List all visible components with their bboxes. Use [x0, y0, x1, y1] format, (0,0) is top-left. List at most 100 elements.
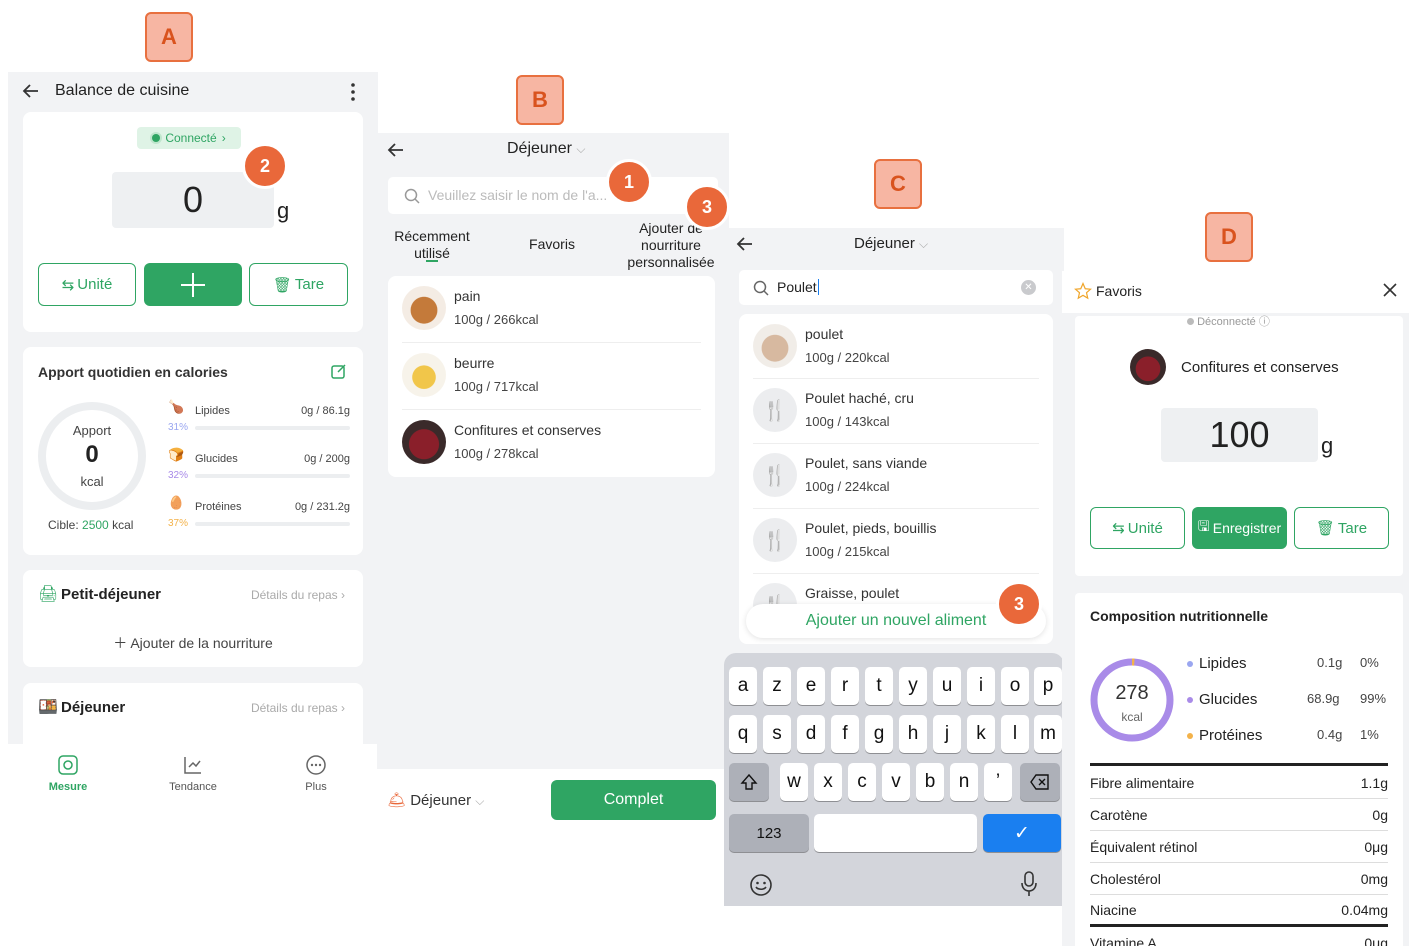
key[interactable]: h	[899, 715, 927, 753]
egg-icon: 🥚	[168, 495, 185, 510]
meal-selector-label: Déjeuner	[507, 140, 572, 157]
key[interactable]: s	[763, 715, 791, 753]
meal-details-link[interactable]: Détails du repas ›	[251, 701, 345, 715]
key[interactable]: k	[967, 715, 995, 753]
food-name: Poulet, pieds, bouillis	[805, 520, 937, 536]
add-new-food-label: Ajouter un nouvel aliment	[805, 612, 987, 629]
space-key[interactable]	[814, 814, 977, 852]
key[interactable]: b	[916, 763, 944, 801]
nav-tendance[interactable]: Tendance	[153, 754, 233, 793]
key[interactable]: j	[933, 715, 961, 753]
food-item[interactable]: Confitures et conserves 100g / 278kcal	[388, 410, 715, 476]
key[interactable]: i	[967, 667, 995, 705]
nav-plus[interactable]: Plus	[276, 754, 356, 793]
key-label: x	[823, 771, 833, 792]
key[interactable]: c	[848, 763, 876, 801]
key[interactable]: o	[1001, 667, 1029, 705]
back-arrow-icon[interactable]	[22, 82, 40, 100]
shift-key[interactable]	[729, 763, 769, 801]
search-input[interactable]: Veuillez saisir le nom de l'a...	[388, 177, 718, 214]
key[interactable]: a	[729, 667, 757, 705]
emoji-icon[interactable]	[749, 873, 773, 897]
key-label: j	[944, 723, 950, 744]
tab-recent[interactable]: Récemment utilisé	[382, 228, 482, 262]
key[interactable]: u	[933, 667, 961, 705]
key[interactable]: y	[899, 667, 927, 705]
key-label: b	[924, 771, 936, 792]
key-label: w	[787, 771, 801, 792]
meal-selector[interactable]: Déjeuner ⌵	[854, 235, 928, 252]
key[interactable]: r	[831, 667, 859, 705]
key[interactable]: f	[831, 715, 859, 753]
food-item[interactable]: pain 100g / 266kcal	[388, 276, 715, 342]
lunch-icon: 🍱	[38, 699, 58, 716]
backspace-key[interactable]	[1020, 763, 1060, 801]
nutrient-name: Carotène	[1090, 806, 1148, 823]
key[interactable]: x	[814, 763, 842, 801]
footer-meal-selector[interactable]: 🛎 Déjeuner ⌵	[387, 791, 484, 809]
macro-pct: 0%	[1360, 655, 1379, 670]
screen-c: Déjeuner ⌵ Poulet ✕ poulet 100g / 220kca…	[724, 228, 1064, 906]
star-icon[interactable]	[1074, 282, 1092, 300]
key-label: a	[737, 675, 749, 696]
numbers-key[interactable]: 123	[729, 814, 809, 852]
key[interactable]: p	[1034, 667, 1062, 705]
back-arrow-icon[interactable]	[387, 141, 405, 159]
microphone-icon[interactable]	[1020, 871, 1038, 897]
key[interactable]: v	[882, 763, 910, 801]
more-vertical-icon[interactable]	[349, 82, 357, 102]
connection-status[interactable]: Connecté ›	[137, 127, 241, 149]
add-button[interactable]	[144, 263, 242, 306]
food-item[interactable]: beurre 100g / 717kcal	[388, 343, 715, 409]
key[interactable]: ’	[984, 763, 1012, 801]
key[interactable]: m	[1034, 715, 1062, 753]
cutlery-icon: 🍴	[753, 453, 797, 497]
label-d: D	[1205, 212, 1253, 262]
label-a-text: A	[161, 24, 177, 49]
close-icon[interactable]	[1382, 282, 1398, 298]
key[interactable]: q	[729, 715, 757, 753]
meal-details-link[interactable]: Détails du repas ›	[251, 588, 345, 602]
food-item[interactable]: 🍴 Poulet, pieds, bouillis 100g / 215kcal	[739, 508, 1053, 574]
key-label: m	[1040, 723, 1056, 744]
edit-icon[interactable]	[331, 363, 347, 379]
complete-button[interactable]: Complet	[551, 780, 716, 820]
key[interactable]: l	[1001, 715, 1029, 753]
food-item[interactable]: 🍴 Poulet haché, cru 100g / 143kcal	[739, 378, 1053, 444]
clear-icon[interactable]: ✕	[1021, 280, 1036, 295]
connection-status[interactable]: Déconnecté ⓘ	[1187, 313, 1270, 329]
meal-selector[interactable]: Déjeuner ⌵	[507, 140, 586, 158]
plus-icon	[181, 272, 205, 297]
key[interactable]: w	[780, 763, 808, 801]
key[interactable]: z	[763, 667, 791, 705]
back-arrow-icon[interactable]	[736, 235, 754, 253]
search-input[interactable]: Poulet ✕	[739, 270, 1053, 305]
nutrient-row: Fibre alimentaire 1.1g	[1090, 767, 1388, 799]
save-button[interactable]: 🖫 Enregistrer	[1192, 507, 1287, 549]
nutrient-name: Cholestérol	[1090, 870, 1161, 887]
unit-button[interactable]: ⇆ Unité	[1090, 507, 1185, 549]
search-value: Poulet	[777, 279, 823, 295]
meal-details-text: Détails du repas	[250, 701, 338, 715]
macro-name: Glucides	[195, 453, 238, 465]
key[interactable]: g	[865, 715, 893, 753]
food-item[interactable]: poulet 100g / 220kcal	[739, 314, 1053, 380]
tab-favorites[interactable]: Favoris	[512, 236, 592, 252]
tare-button[interactable]: 🗑 Tare	[249, 263, 348, 306]
nav-mesure[interactable]: Mesure	[28, 754, 108, 793]
food-item[interactable]: 🍴 Poulet, sans viande 100g / 224kcal	[739, 443, 1053, 509]
badge-text: 3	[1013, 593, 1024, 614]
macro-pct: 1%	[1360, 727, 1379, 742]
weight-unit: g	[1321, 433, 1334, 458]
key[interactable]: d	[797, 715, 825, 753]
unit-button[interactable]: ⇆ Unité	[38, 263, 136, 306]
enter-key[interactable]: ✓	[983, 814, 1061, 852]
key[interactable]: t	[865, 667, 893, 705]
footer-meal-label: Déjeuner	[410, 792, 472, 809]
key[interactable]: e	[797, 667, 825, 705]
divider-thick	[1090, 763, 1388, 766]
tare-button[interactable]: 🗑 Tare	[1294, 507, 1389, 549]
tare-button-label: Tare	[294, 276, 325, 293]
add-food-button[interactable]: ＋ Ajouter de la nourriture	[23, 633, 363, 653]
key[interactable]: n	[950, 763, 978, 801]
